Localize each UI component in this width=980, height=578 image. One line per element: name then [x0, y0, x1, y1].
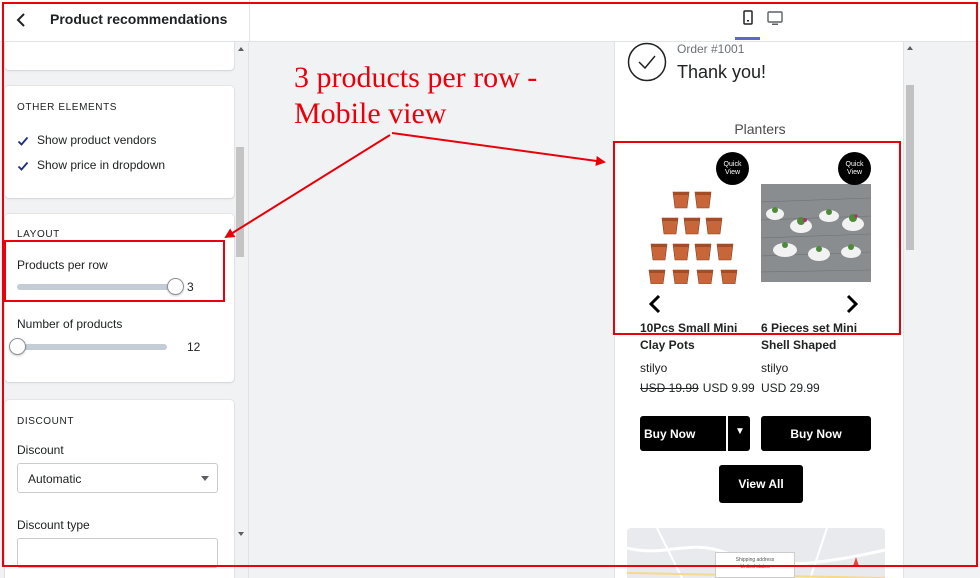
- button-label: Buy Now: [790, 427, 842, 441]
- divider: [249, 0, 250, 42]
- scroll-down-icon[interactable]: [238, 532, 244, 536]
- quick-view-button[interactable]: Quick View: [838, 152, 871, 185]
- quick-view-button[interactable]: Quick View: [716, 152, 749, 185]
- checkbox-checked-icon[interactable]: [17, 159, 29, 171]
- show-vendors-checkbox-row[interactable]: Show product vendors: [17, 131, 156, 149]
- product-name[interactable]: 6 Pieces set Mini Shell Shaped: [761, 320, 871, 354]
- active-device-indicator: [735, 37, 760, 40]
- checkbox-checked-icon[interactable]: [17, 134, 29, 146]
- map-label-line: Shipping address: [735, 557, 775, 563]
- button-label: Buy Now: [644, 427, 696, 441]
- checkbox-label: Show product vendors: [37, 133, 157, 147]
- products-per-row-label: Products per row: [17, 258, 108, 272]
- map-address-label: Shipping address United states: [715, 552, 795, 578]
- thank-you-heading: Thank you!: [677, 62, 767, 82]
- products-per-row-slider[interactable]: [17, 284, 175, 290]
- annotation-line: 3 products per row -: [294, 61, 538, 94]
- preview-scrollbar[interactable]: [904, 42, 916, 578]
- collection-title: Planters: [734, 121, 786, 137]
- desktop-icon[interactable]: [766, 9, 784, 27]
- scroll-up-icon[interactable]: [907, 46, 913, 50]
- product-price: USD 19.99 USD 9.99: [640, 381, 755, 395]
- section-heading: LAYOUT: [17, 229, 60, 240]
- number-of-products-label: Number of products: [17, 317, 123, 331]
- view-all-button[interactable]: View All: [719, 465, 803, 503]
- number-of-products-slider[interactable]: [17, 344, 167, 350]
- settings-card: [5, 42, 234, 70]
- scrollbar-thumb[interactable]: [906, 85, 914, 250]
- product-vendor: stilyo: [761, 361, 789, 375]
- section-heading: OTHER ELEMENTS: [17, 102, 118, 113]
- top-bar: Product recommendations: [0, 0, 980, 42]
- carousel-prev-icon[interactable]: [648, 294, 662, 320]
- other-elements-card: OTHER ELEMENTS Show product vendors Show…: [5, 86, 234, 198]
- buy-now-button[interactable]: Buy Now ▼: [640, 416, 750, 451]
- panel-title: Product recommendations: [50, 11, 228, 27]
- button-label: View All: [738, 477, 784, 491]
- sale-price: USD 29.99: [761, 381, 820, 395]
- annotation-caption: 3 products per row - Mobile view: [294, 60, 537, 132]
- slider-handle[interactable]: [167, 278, 184, 295]
- clay-pots-image[interactable]: [640, 172, 750, 285]
- compare-at-price: USD 19.99: [640, 381, 699, 395]
- slider-value: 3: [187, 280, 194, 294]
- sidebar-scrollbar[interactable]: [236, 42, 246, 542]
- product-name[interactable]: 10Pcs Small Mini Clay Pots: [640, 320, 750, 354]
- settings-sidebar[interactable]: OTHER ELEMENTS Show product vendors Show…: [0, 42, 249, 578]
- caret-down-icon: [201, 476, 209, 481]
- dropdown-caret-icon[interactable]: ▼: [735, 426, 745, 437]
- discount-type-select[interactable]: [17, 538, 218, 568]
- mobile-preview-frame: Order #1001 Thank you! Planters Quick Vi…: [614, 42, 904, 578]
- slider-handle[interactable]: [9, 338, 26, 355]
- order-number: Order #1001: [677, 42, 745, 56]
- checkbox-label: Show price in dropdown: [37, 158, 166, 172]
- divider: [726, 416, 728, 451]
- discount-card: DISCOUNT Discount Automatic Discount typ…: [5, 400, 234, 578]
- buy-now-button[interactable]: Buy Now: [761, 416, 871, 451]
- mobile-icon[interactable]: [739, 9, 757, 27]
- app-window: Product recommendations OTHER ELEMENTS S…: [0, 0, 980, 578]
- annotation-line: Mobile view: [294, 97, 447, 130]
- select-value: Automatic: [28, 472, 82, 486]
- chevron-left-icon[interactable]: [14, 10, 30, 30]
- discount-select[interactable]: Automatic: [17, 463, 218, 493]
- discount-type-label: Discount type: [17, 518, 90, 532]
- sale-price: USD 9.99: [702, 381, 755, 395]
- shell-planters-image[interactable]: [760, 172, 872, 284]
- layout-card: LAYOUT Products per row 3 Number of prod…: [5, 214, 234, 382]
- shipping-map[interactable]: Shipping address United states: [627, 528, 885, 578]
- product-vendor: stilyo: [640, 361, 668, 375]
- scroll-up-icon[interactable]: [238, 47, 244, 51]
- carousel-next-icon[interactable]: [845, 294, 859, 320]
- discount-label: Discount: [17, 443, 64, 457]
- show-price-checkbox-row[interactable]: Show price in dropdown: [17, 156, 165, 174]
- scrollbar-thumb[interactable]: [236, 147, 244, 257]
- map-label-line: United states: [740, 564, 770, 570]
- slider-value: 12: [187, 340, 201, 354]
- section-heading: DISCOUNT: [17, 416, 75, 427]
- check-circle-icon: [627, 42, 667, 82]
- product-price: USD 29.99: [761, 381, 820, 395]
